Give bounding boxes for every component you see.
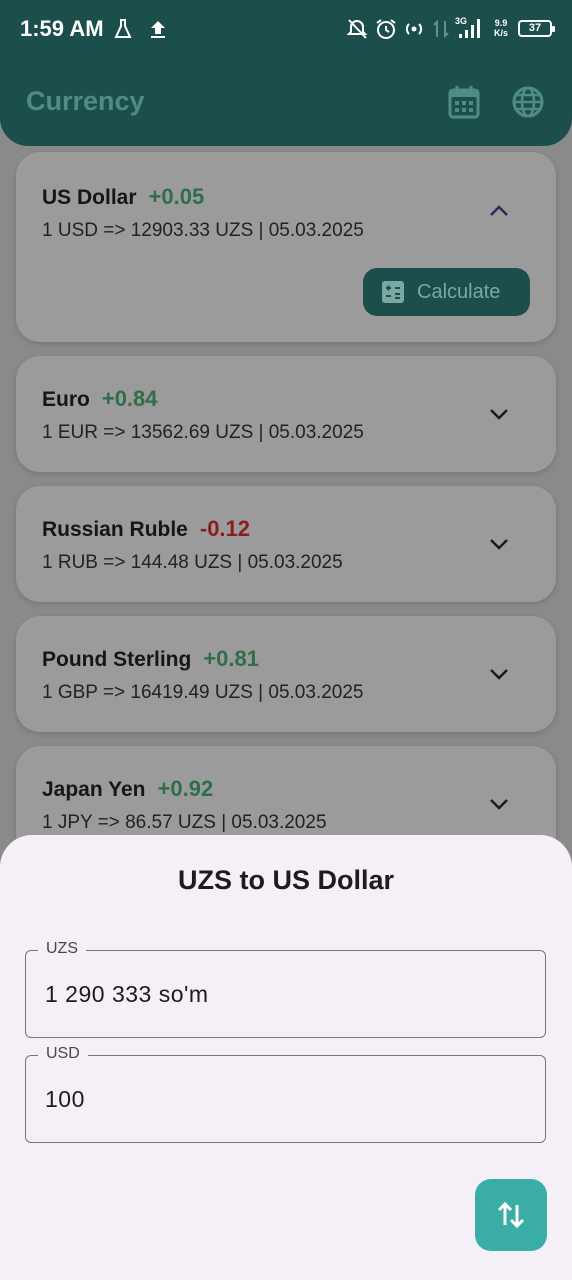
uzs-field[interactable]: UZS 1 290 333 so'm xyxy=(25,940,546,1038)
currency-card-gbp[interactable]: Pound Sterling +0.81 1 GBP => 16419.49 UZ… xyxy=(16,616,556,732)
status-time: 1:59 AM xyxy=(20,16,104,41)
data-arrows-icon xyxy=(432,16,450,42)
alarm-icon xyxy=(374,16,398,42)
currency-rate: 1 JPY => 86.57 UZS | 05.03.2025 xyxy=(42,812,327,833)
currency-name-row: Euro +0.84 xyxy=(42,386,158,412)
status-bar: 1:59 AM 3G 9.9 K/s 37 xyxy=(0,0,572,58)
currency-rate: 1 USD => 12903.33 UZS | 05.03.2025 xyxy=(42,220,364,241)
currency-name: US Dollar xyxy=(42,186,137,209)
usd-field-value[interactable]: 100 xyxy=(45,1086,85,1113)
currency-card-usd[interactable]: US Dollar +0.05 1 USD => 12903.33 UZS | 0… xyxy=(16,152,556,342)
chevron-down-icon[interactable] xyxy=(484,659,514,689)
swap-vert-icon xyxy=(497,1201,525,1229)
flask-icon xyxy=(114,16,132,42)
page-title: Currency xyxy=(26,86,145,116)
currency-name: Japan Yen xyxy=(42,778,146,801)
notifications-off-icon xyxy=(346,16,368,42)
svg-text:3G: 3G xyxy=(455,16,467,26)
upload-icon xyxy=(148,16,168,42)
currency-change: +0.84 xyxy=(101,386,158,411)
currency-rate: 1 EUR => 13562.69 UZS | 05.03.2025 xyxy=(42,422,364,443)
chevron-down-icon[interactable] xyxy=(484,399,514,429)
currency-card-rub[interactable]: Russian Ruble -0.12 1 RUB => 144.48 UZS |… xyxy=(16,486,556,602)
signal-3g-icon: 3G xyxy=(455,16,483,42)
currency-name: Russian Ruble xyxy=(42,518,188,541)
currency-name-row: Russian Ruble -0.12 xyxy=(42,516,250,542)
uzs-field-value[interactable]: 1 290 333 so'm xyxy=(45,981,209,1008)
battery-icon: 37 xyxy=(518,20,555,37)
currency-change: +0.92 xyxy=(157,776,214,801)
chevron-up-icon[interactable] xyxy=(484,196,514,226)
uzs-field-label: UZS xyxy=(38,940,86,958)
hotspot-icon xyxy=(402,16,426,42)
chevron-down-icon[interactable] xyxy=(484,789,514,819)
currency-rate: 1 GBP => 16419.49 UZS | 05.03.2025 xyxy=(42,682,364,703)
calculate-label: Calculate xyxy=(417,280,501,303)
chevron-down-icon[interactable] xyxy=(484,529,514,559)
usd-field-label: USD xyxy=(38,1045,88,1063)
currency-rate: 1 RUB => 144.48 UZS | 05.03.2025 xyxy=(42,552,343,573)
calculator-icon xyxy=(382,281,404,303)
net-speed-unit: K/s xyxy=(493,28,508,38)
usd-field[interactable]: USD 100 xyxy=(25,1045,546,1143)
calendar-icon[interactable] xyxy=(446,84,482,120)
currency-name-row: Pound Sterling +0.81 xyxy=(42,646,259,672)
currency-card-eur[interactable]: Euro +0.84 1 EUR => 13562.69 UZS | 05.03.… xyxy=(16,356,556,472)
currency-change: +0.05 xyxy=(148,184,205,209)
swap-button[interactable] xyxy=(475,1179,547,1251)
currency-name: Euro xyxy=(42,388,90,411)
app-bar: Currency xyxy=(0,58,572,146)
currency-name-row: Japan Yen +0.92 xyxy=(42,776,213,802)
sheet-title: UZS to US Dollar xyxy=(177,865,394,895)
net-speed-value: 9.9 xyxy=(494,18,508,28)
globe-icon[interactable] xyxy=(510,84,546,120)
currency-change: +0.81 xyxy=(203,646,259,671)
currency-change: -0.12 xyxy=(199,516,251,541)
net-speed: 9.9 K/s xyxy=(494,18,508,38)
currency-name: Pound Sterling xyxy=(42,648,192,671)
currency-name-row: US Dollar +0.05 xyxy=(42,184,204,210)
calculate-button[interactable]: Calculate xyxy=(363,268,530,316)
